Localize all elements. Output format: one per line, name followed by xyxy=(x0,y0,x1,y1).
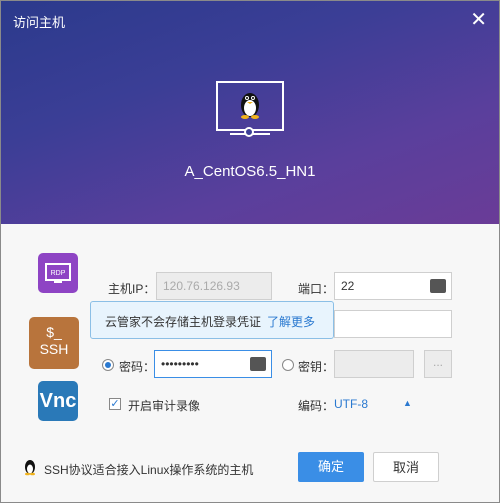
close-icon[interactable]: ✕ xyxy=(470,7,487,32)
rdp-protocol-button[interactable]: RDP xyxy=(38,253,78,293)
password-input[interactable]: ••••••••• xyxy=(154,350,272,378)
record-checkbox[interactable]: ✓ xyxy=(109,398,121,410)
confirm-button[interactable]: 确定 xyxy=(298,452,364,482)
tooltip-text: 云管家不会存储主机登录凭证 xyxy=(105,315,262,329)
encoding-label: 编码： xyxy=(298,399,335,413)
dialog-title: 访问主机 xyxy=(13,15,66,30)
vnc-protocol-button[interactable]: Vnc xyxy=(38,381,78,421)
port-value: 22 xyxy=(341,279,355,293)
password-value: ••••••••• xyxy=(161,357,199,371)
key-browse-button: ... xyxy=(424,350,452,378)
key-input xyxy=(334,350,414,378)
dialog-header: 访问主机 ✕ A_CentOS6.5_HN1 xyxy=(1,1,499,224)
linux-penguin-icon xyxy=(25,460,35,476)
password-radio[interactable] xyxy=(102,359,114,371)
monitor-icon xyxy=(216,81,284,131)
rdp-icon: RDP xyxy=(45,263,71,283)
vnc-label: Vnc xyxy=(39,390,77,412)
linux-penguin-icon xyxy=(241,93,259,119)
encoding-dropdown-icon[interactable]: ▲ xyxy=(403,398,412,408)
credential-tooltip: 云管家不会存储主机登录凭证 了解更多 xyxy=(90,301,334,339)
protocol-hint: SSH协议适合接入Linux操作系统的主机 xyxy=(44,463,254,477)
ssh-prompt-label: $_ xyxy=(46,324,62,340)
record-label: 开启审计录像 xyxy=(128,399,201,413)
key-radio[interactable] xyxy=(282,359,294,371)
ssh-protocol-button[interactable]: $_ SSH xyxy=(29,317,79,369)
host-ip-field: 120.76.126.93 xyxy=(156,272,272,300)
ssh-label: SSH xyxy=(39,341,69,357)
password-label: 密码： xyxy=(119,360,156,374)
keyboard-icon[interactable] xyxy=(430,279,446,293)
monitor-power-icon xyxy=(244,127,254,137)
keyboard-icon[interactable] xyxy=(250,357,266,371)
host-ip-label: 主机IP： xyxy=(108,282,156,296)
key-label: 密钥： xyxy=(298,360,335,374)
cancel-button[interactable]: 取消 xyxy=(373,452,439,482)
rdp-label: RDP xyxy=(51,270,66,277)
access-host-dialog: 访问主机 ✕ A_CentOS6.5_HN1 RDP $_ SSH Vnc 主机… xyxy=(0,0,500,503)
port-input[interactable]: 22 xyxy=(334,272,452,300)
host-name: A_CentOS6.5_HN1 xyxy=(184,163,316,180)
encoding-select[interactable]: UTF-8 xyxy=(334,397,368,411)
username-input[interactable] xyxy=(334,310,452,338)
port-label: 端口： xyxy=(298,282,335,296)
learn-more-link[interactable]: 了解更多 xyxy=(267,315,315,329)
